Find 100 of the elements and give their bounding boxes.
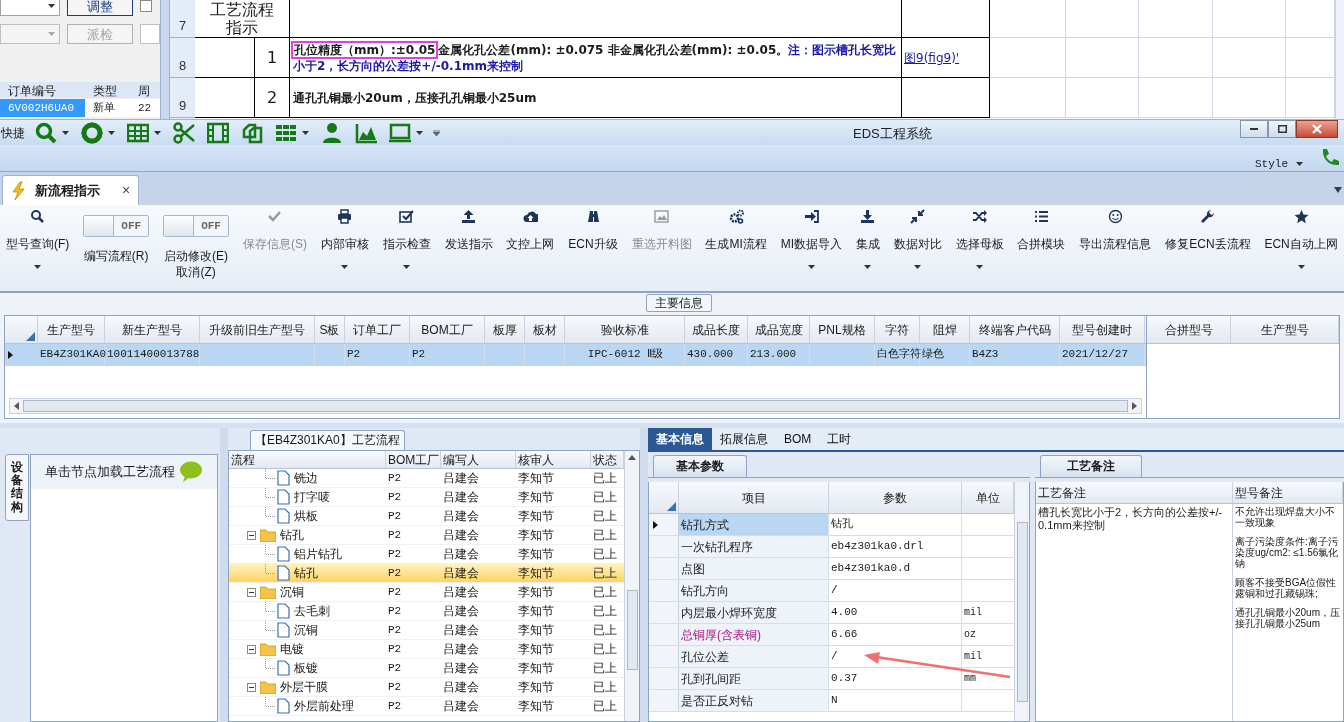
ribbon-button[interactable]: 选择母板 [953,205,1006,289]
remark-text: 顾客不接受BGA位假性露铜和过孔藏锡珠; [1235,577,1338,599]
toggle-switch[interactable]: OFF [83,215,150,237]
monitor-icon[interactable] [389,121,411,144]
table-cell: 总铜厚(含表铜) [679,624,829,645]
document-icon [277,565,290,581]
info-tab[interactable]: 拓展信息 [712,428,776,450]
ribbon-button[interactable]: ECN升级 [566,205,620,289]
dropdown[interactable] [0,0,60,16]
tree-row[interactable]: 外层干膜 P2 吕建会 李知节 已上 [229,678,624,697]
toggle-switch[interactable]: OFF [163,215,230,237]
search-icon[interactable] [35,121,57,144]
section-title: 工艺流程指示 [209,0,275,37]
ribbon-button[interactable]: 修复ECN丢流程 [1163,205,1253,289]
table-cell: 是否正反对钻 [679,690,829,711]
scissors-icon[interactable] [173,121,195,144]
user-icon[interactable] [321,121,343,144]
expander-toggle[interactable] [247,644,256,654]
table-cell-text: P2 [387,546,403,562]
document-tab[interactable]: 新流程指示 × [2,175,140,205]
expander-toggle[interactable] [247,682,256,692]
area-chart-icon[interactable] [355,121,377,144]
close-button[interactable] [1296,120,1338,138]
table-row[interactable]: 总铜厚(含表铜) 6.66 oz [649,624,1014,646]
panel-menu-icon[interactable] [1334,187,1342,193]
info-tab[interactable]: 基本信息 [648,428,712,450]
table-cell-text: 李知节 [517,660,555,677]
customize-caret-icon[interactable] [433,129,440,136]
table-row[interactable]: 一次钻孔程序 eb4z301ka0.drl [649,536,1014,558]
table-row[interactable]: 钻孔方向 / [649,580,1014,602]
tree-row[interactable]: 钻孔 P2 吕建会 李知节 已上 [229,564,624,583]
table-cell-text: P2 [387,470,403,486]
table-row[interactable]: 孔到孔间距 0.37 mm [649,668,1014,690]
table-row[interactable]: 钻孔方式 钻孔 [649,514,1014,536]
scrollbar-thumb[interactable] [626,590,638,670]
input-field[interactable] [140,24,160,44]
ribbon-button[interactable]: 导出流程信息 [1077,205,1154,289]
scrollbar[interactable] [624,451,639,721]
ribbon-button[interactable]: 内部审核 [318,205,371,289]
ribbon-button[interactable]: 合拼模块 [1015,205,1068,289]
action-button[interactable]: 调整 [67,0,133,16]
table-cell-text: 李知节 [517,489,555,506]
table-row[interactable]: 是否正反对钻 N [649,690,1014,712]
table-row[interactable]: 孔位公差 / mil [649,646,1014,668]
info-tab[interactable]: 工时 [819,428,860,450]
download-icon [860,209,876,224]
tree-row[interactable]: 电镀 P2 吕建会 李知节 已上 [229,640,624,659]
remark-text: 离子污染度条件:离子污染度ug/cm2: ≤1.56氯化钠 [1235,536,1340,569]
table-row[interactable]: 内层最小焊环宽度 4.00 mil [649,602,1014,624]
panel-tab[interactable]: 工艺备注 [1040,455,1142,477]
ribbon-button[interactable]: 型号查询(F) [4,205,72,289]
minus-icon [249,589,254,595]
ribbon-button[interactable]: 集成 [853,205,882,289]
table-cell-text: 李知节 [517,527,555,544]
ribbon-button[interactable]: 生成MI流程 [703,205,769,289]
close-tab-button[interactable]: × [122,180,131,201]
copy-icon[interactable] [241,121,263,144]
table-cell-text: 吕建会 [442,527,480,544]
table-row[interactable]: EB4Z301KA010011400013788 P2 P2 IPC-6012 Ⅱ级 430.000 213.000 白色字符绿色 B4Z3 2021/12/27 [5,344,1146,366]
tree-row[interactable]: 板镀 P2 吕建会 李知节 已上 [229,659,624,678]
info-tab[interactable]: BOM [776,428,820,450]
panel-tab[interactable]: 基本参数 [653,455,747,477]
node-label: 外层干膜 [280,679,328,696]
table-cell: / [829,580,962,601]
tree-row[interactable]: 沉铜 P2 吕建会 李知节 已上 [229,621,624,640]
style-menu[interactable]: Style [1255,155,1303,173]
checkbox-icon [399,209,415,224]
table-cell-text: mil [963,650,983,664]
ribbon-button[interactable]: OFF 启动修改(E) 取消(Z) [161,205,232,289]
tree-row[interactable]: 铣边 P2 吕建会 李知节 已上 [229,469,624,488]
table-cell-text: 吕建会 [442,546,480,563]
ribbon-button[interactable]: 文控上网 [504,205,557,289]
tree-row[interactable]: 钻孔 P2 吕建会 李知节 已上 [229,526,624,545]
figure-link[interactable]: 图9(fig9)' [904,48,960,67]
column-header: 流程 [229,451,386,468]
side-tab[interactable]: 设备结构 [5,454,29,521]
minimize-button[interactable] [1240,120,1268,138]
ribbon-button[interactable]: 指示检查 [380,205,433,289]
scrollbar[interactable] [1014,482,1029,721]
tree-row[interactable]: 沉铜 P2 吕建会 李知节 已上 [229,583,624,602]
table-row[interactable]: 点图 eb4z301ka0.d [649,558,1014,580]
ribbon-button[interactable]: OFF 编写流程(R) [81,205,152,289]
tree-row[interactable]: 打字唛 P2 吕建会 李知节 已上 [229,488,624,507]
scrollbar[interactable] [9,398,1142,414]
film-icon[interactable] [207,121,229,144]
scroll-right-icon [1132,402,1137,410]
scrollbar[interactable] [1335,0,1344,119]
ribbon-button[interactable]: 数据对比 [891,205,944,289]
expander-toggle[interactable] [247,587,256,597]
tree-row[interactable]: 外层前处理 P2 吕建会 李知节 已上 [229,697,624,716]
maximize-button[interactable] [1268,120,1296,138]
ribbon-button[interactable]: MI数据导入 [778,205,844,289]
ribbon-button[interactable]: ECN自动上网 [1262,205,1340,289]
tree-row[interactable]: 烘板 P2 吕建会 李知节 已上 [229,507,624,526]
grid-icon[interactable] [127,121,149,144]
expander-toggle[interactable] [247,530,256,540]
ribbon-button[interactable]: 发送指示 [442,205,495,289]
lifebuoy-icon[interactable] [81,121,103,144]
tree-row[interactable]: 去毛刺 P2 吕建会 李知节 已上 [229,602,624,621]
checkbox[interactable] [140,0,152,12]
